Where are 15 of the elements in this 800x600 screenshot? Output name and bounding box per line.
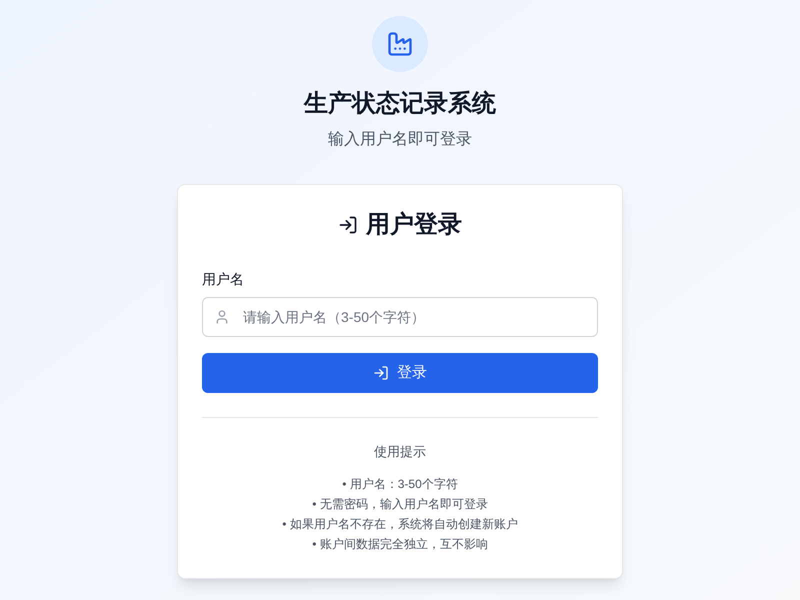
card-title: 用户登录 <box>366 210 462 240</box>
tip-text: • 用户名：3-50个字符 <box>342 476 458 493</box>
app-subtitle: 输入用户名即可登录 <box>328 130 472 150</box>
username-label: 用户名 <box>202 270 244 289</box>
tips-title: 使用提示 <box>373 443 427 461</box>
tip-text: • 无需密码，输入用户名即可登录 <box>312 496 488 513</box>
username-field[interactable]: 请输入用户名（3-50个字符） <box>202 297 598 337</box>
login-button[interactable]: 登录 <box>202 353 598 393</box>
factory-icon <box>386 30 414 58</box>
login-icon <box>373 365 389 381</box>
tip-text: • 账户间数据完全独立，互不影响 <box>312 536 488 553</box>
tip-text: • 如果用户名不存在，系统将自动创建新账户 <box>282 516 518 533</box>
user-icon <box>214 309 230 325</box>
login-icon <box>338 215 358 235</box>
app-title: 生产状态记录系统 <box>304 89 496 119</box>
